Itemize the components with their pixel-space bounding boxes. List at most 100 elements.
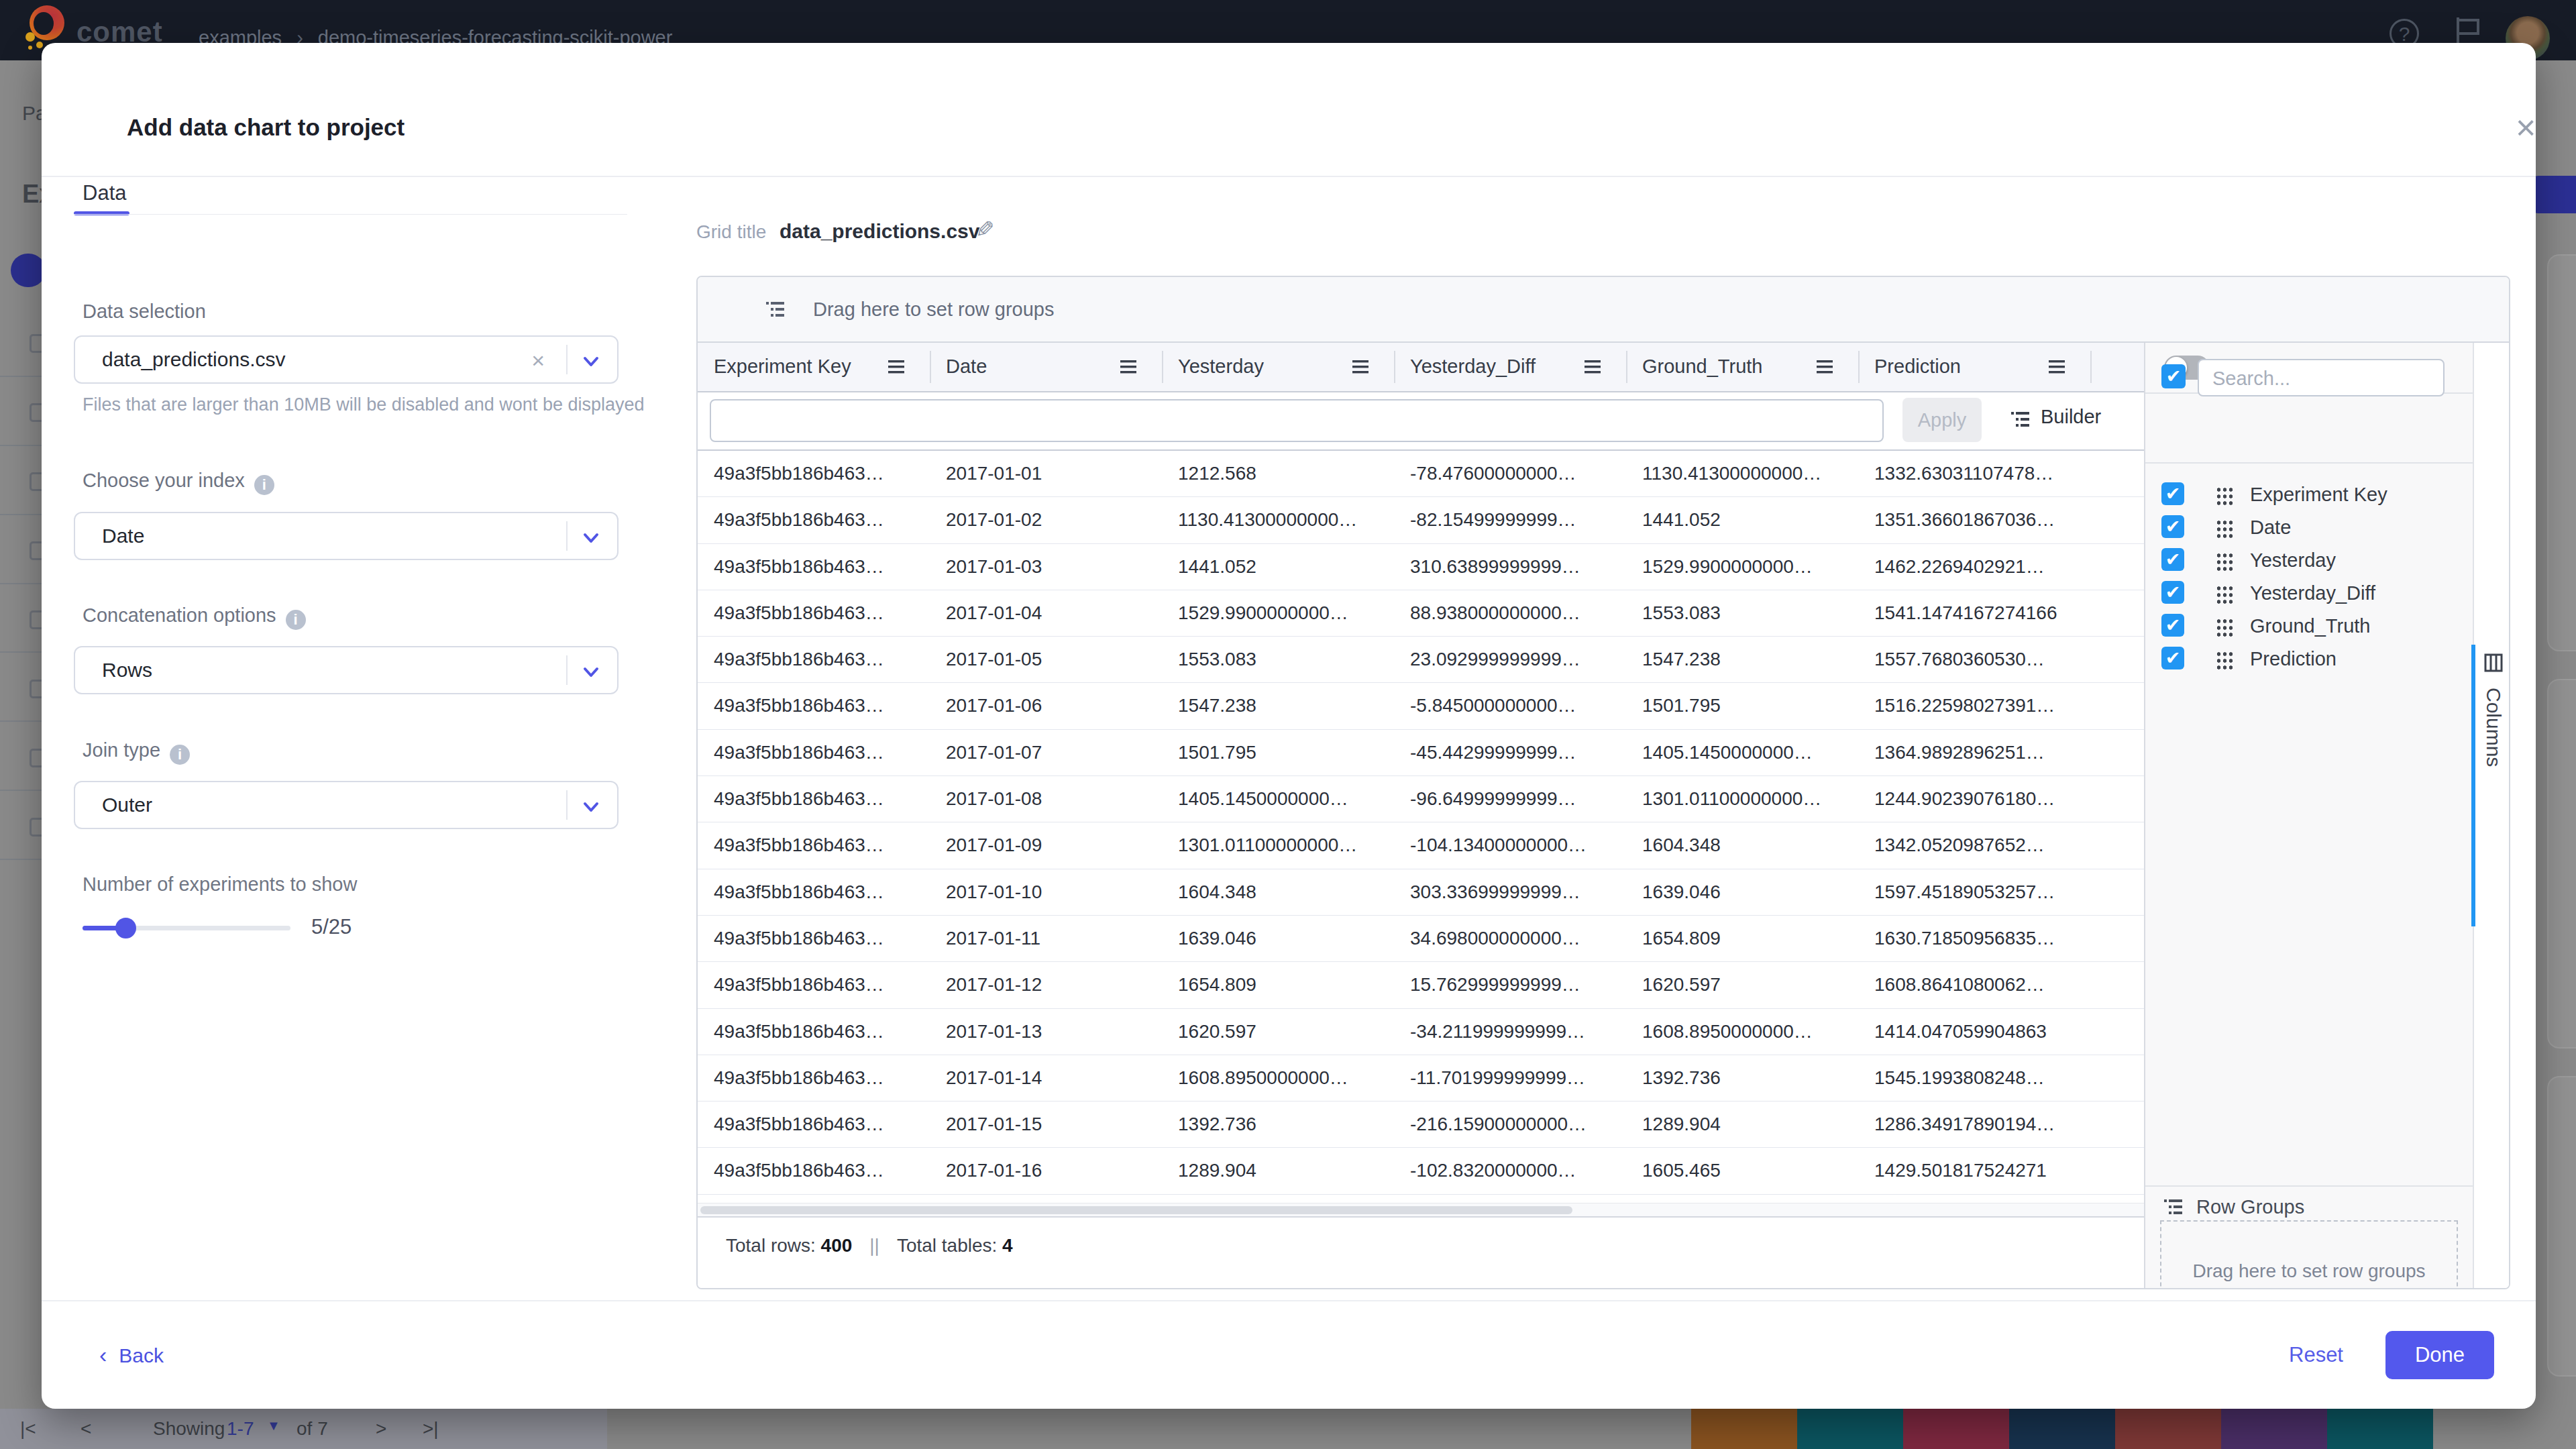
column-list-item[interactable]: ✔ Experiment Key <box>2145 478 2474 511</box>
reset-button[interactable]: Reset <box>2289 1343 2343 1367</box>
column-checkbox[interactable]: ✔ <box>2161 548 2184 571</box>
bg-primary-button <box>2530 176 2576 213</box>
chevron-down-icon[interactable] <box>582 798 600 816</box>
pagination-first-icon[interactable]: |< <box>20 1418 36 1440</box>
row-groups-section-icon <box>2163 1196 2186 1222</box>
pagination-of-label: of 7 <box>297 1418 328 1440</box>
table-row[interactable]: 49a3f5bb186b463… 2017-01-04 1529.9900000… <box>698 590 2186 637</box>
column-header[interactable]: Prediction <box>1858 343 2090 391</box>
chevron-down-icon[interactable] <box>582 663 600 681</box>
pagination-next-icon[interactable]: > <box>376 1418 386 1440</box>
tab-data[interactable]: Data <box>83 181 126 205</box>
column-checkbox[interactable]: ✔ <box>2161 581 2184 604</box>
info-icon[interactable]: i <box>254 475 274 495</box>
grid-header-row: Experiment Key Date Yesterday <box>698 343 2144 391</box>
column-header[interactable]: Experiment Key <box>698 343 930 391</box>
column-menu-icon[interactable] <box>1815 359 1834 378</box>
table-row[interactable]: 49a3f5bb186b463… 2017-01-03 1441.052 310… <box>698 544 2186 590</box>
join-type-select[interactable]: Outer <box>74 781 619 829</box>
column-list-item[interactable]: ✔ Date <box>2145 511 2474 544</box>
column-menu-icon[interactable] <box>887 359 906 378</box>
column-header[interactable]: Yesterday <box>1162 343 1394 391</box>
pagination-last-icon[interactable]: >| <box>423 1418 439 1440</box>
columns-tab-label[interactable]: Columns <box>2482 688 2505 767</box>
drag-grip-icon[interactable] <box>2215 649 2233 669</box>
table-row[interactable]: 49a3f5bb186b463… 2017-01-07 1501.795 -45… <box>698 730 2186 776</box>
drag-grip-icon[interactable] <box>2215 551 2233 571</box>
data-grid: Drag here to set row groups Experiment K… <box>696 276 2510 1289</box>
table-row[interactable]: 49a3f5bb186b463… 2017-01-13 1620.597 -34… <box>698 1009 2186 1055</box>
data-selection-label: Data selection <box>83 301 206 323</box>
column-search-input[interactable]: Search... <box>2198 359 2445 396</box>
column-menu-icon[interactable] <box>2047 359 2066 378</box>
join-type-label: Join typei <box>83 739 190 765</box>
columns-tab-icon <box>2483 653 2504 676</box>
column-checkbox[interactable]: ✔ <box>2161 647 2184 669</box>
info-icon[interactable]: i <box>170 745 190 765</box>
table-row[interactable]: 49a3f5bb186b463… 2017-01-15 1392.736 -21… <box>698 1102 2186 1148</box>
drag-grip-icon[interactable] <box>2215 584 2233 604</box>
drag-grip-icon[interactable] <box>2215 616 2233 637</box>
row-groups-dropzone[interactable]: Drag here to set row groups <box>698 277 2510 343</box>
table-row[interactable]: 49a3f5bb186b463… 2017-01-06 1547.238 -5.… <box>698 683 2186 729</box>
columns-tab-strip: Columns <box>2473 343 2510 1288</box>
table-row[interactable]: 49a3f5bb186b463… 2017-01-10 1604.348 303… <box>698 869 2186 916</box>
clear-icon[interactable]: × <box>531 347 545 374</box>
table-row[interactable]: 49a3f5bb186b463… 2017-01-14 1608.8950000… <box>698 1055 2186 1102</box>
row-groups-icon <box>765 299 788 324</box>
back-button[interactable]: ‹Back <box>99 1342 164 1368</box>
drag-grip-icon[interactable] <box>2215 485 2233 505</box>
table-row[interactable]: 49a3f5bb186b463… 2017-01-16 1289.904 -10… <box>698 1148 2186 1194</box>
pagination-caret-icon[interactable]: ▼ <box>267 1418 280 1434</box>
table-row[interactable]: 49a3f5bb186b463… 2017-01-11 1639.046 34.… <box>698 916 2186 962</box>
choose-index-label: Choose your indexi <box>83 470 274 495</box>
bg-card <box>2547 254 2576 651</box>
table-row[interactable]: 49a3f5bb186b463… 2017-01-01 1212.568 -78… <box>698 451 2186 497</box>
column-checkbox[interactable]: ✔ <box>2161 515 2184 538</box>
experiments-slider[interactable] <box>83 926 290 930</box>
apply-button[interactable]: Apply <box>1902 398 1982 442</box>
drag-grip-icon[interactable] <box>2215 518 2233 538</box>
table-row[interactable]: 49a3f5bb186b463… 2017-01-05 1553.083 23.… <box>698 637 2186 683</box>
column-menu-icon[interactable] <box>1351 359 1370 378</box>
filter-row: Apply Builder <box>698 392 2186 449</box>
table-row[interactable]: 49a3f5bb186b463… 2017-01-02 1130.4130000… <box>698 497 2186 543</box>
bg-pagination-bar: |< < Showing 1-7 ▼ of 7 > >| <box>0 1409 607 1449</box>
info-icon[interactable]: i <box>286 610 306 630</box>
column-list-item[interactable]: ✔ Ground_Truth <box>2145 610 2474 643</box>
select-all-checkbox[interactable]: ✔ <box>2161 364 2186 388</box>
column-list-item[interactable]: ✔ Yesterday <box>2145 544 2474 577</box>
concat-options-label: Concatenation optionsi <box>83 604 306 630</box>
pagination-range[interactable]: 1-7 <box>227 1418 254 1440</box>
pagination-prev-icon[interactable]: < <box>80 1418 91 1440</box>
edit-pencil-icon[interactable]: ✎ <box>975 216 995 243</box>
column-checkbox[interactable]: ✔ <box>2161 482 2184 505</box>
done-button[interactable]: Done <box>2385 1331 2494 1379</box>
chevron-down-icon[interactable] <box>582 353 600 370</box>
chevron-left-icon: ‹ <box>99 1342 107 1367</box>
column-list: ✔ Experiment Key ✔ Date ✔ Yesterday <box>2145 478 2474 676</box>
table-row[interactable]: 49a3f5bb186b463… 2017-01-12 1654.809 15.… <box>698 962 2186 1008</box>
grid-body: 49a3f5bb186b463… 2017-01-01 1212.568 -78… <box>698 451 2186 1195</box>
concat-options-select[interactable]: Rows <box>74 646 619 694</box>
column-list-item[interactable]: ✔ Yesterday_Diff <box>2145 577 2474 610</box>
slider-knob[interactable] <box>115 918 136 938</box>
column-menu-icon[interactable] <box>1583 359 1602 378</box>
choose-index-select[interactable]: Date <box>74 512 619 560</box>
horizontal-scrollbar[interactable] <box>698 1203 2186 1216</box>
builder-toggle[interactable]: Builder <box>2041 406 2101 428</box>
close-icon[interactable]: × <box>2516 110 2536 145</box>
data-selection-select[interactable]: data_predictions.csv × <box>74 335 619 384</box>
bg-color-blocks <box>1691 1408 2433 1449</box>
row-groups-dropzone-box[interactable]: Drag here to set row groups <box>2160 1220 2458 1289</box>
column-header[interactable]: Yesterday_Diff <box>1394 343 1626 391</box>
chevron-down-icon[interactable] <box>582 529 600 547</box>
column-header[interactable]: Date <box>930 343 1162 391</box>
filter-input[interactable] <box>710 399 1884 442</box>
column-checkbox[interactable]: ✔ <box>2161 614 2184 637</box>
column-header[interactable]: Ground_Truth <box>1626 343 1858 391</box>
column-list-item[interactable]: ✔ Prediction <box>2145 643 2474 676</box>
table-row[interactable]: 49a3f5bb186b463… 2017-01-08 1405.1450000… <box>698 776 2186 822</box>
column-menu-icon[interactable] <box>1119 359 1138 378</box>
table-row[interactable]: 49a3f5bb186b463… 2017-01-09 1301.0110000… <box>698 822 2186 869</box>
